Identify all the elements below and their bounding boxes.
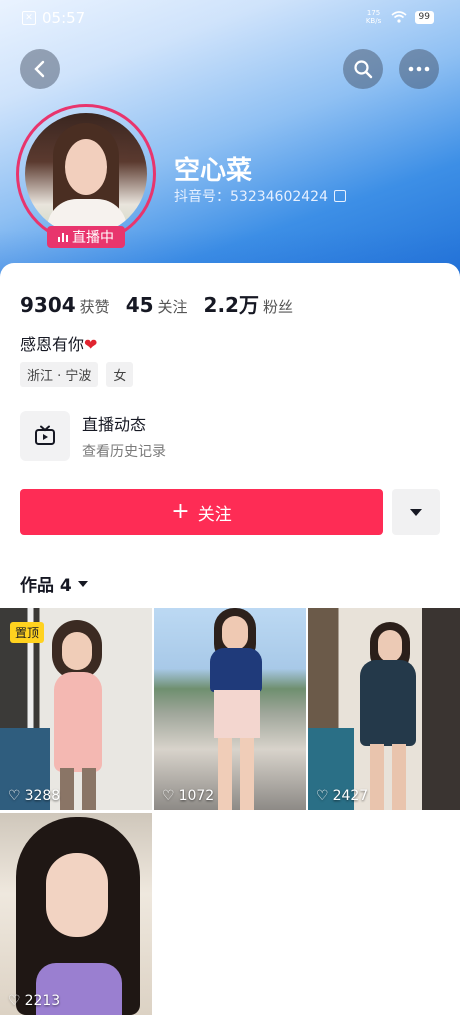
chevron-left-icon [34, 60, 45, 78]
avatar[interactable] [16, 104, 156, 244]
stat-label: 关注 [157, 298, 188, 316]
profile-card: 9304 获赞 45 关注 2.2万 粉丝 感恩有你❤ 浙江 · 宁波 女 直播… [0, 263, 460, 1022]
stat-followers[interactable]: 2.2万 粉丝 [204, 289, 293, 318]
stat-label: 获赞 [79, 298, 110, 316]
profile-tags: 浙江 · 宁波 女 [20, 362, 134, 387]
search-button[interactable] [343, 49, 383, 89]
search-icon [354, 60, 373, 79]
like-count: ♡ 2213 [8, 993, 61, 1009]
back-button[interactable] [20, 49, 60, 89]
heart-icon: ❤ [84, 335, 98, 354]
tv-play-icon [35, 425, 55, 445]
live-dynamic-icon-box [20, 411, 70, 461]
status-bar: ✕ 05:57 175 KB/s 99 [0, 0, 460, 34]
bio-text: 感恩有你 [20, 335, 85, 354]
tag-gender: 女 [106, 362, 134, 387]
follow-button[interactable]: + 关注 [20, 489, 383, 535]
wifi-icon [391, 11, 407, 23]
like-count: ♡ 1072 [162, 788, 215, 804]
video-thumbnail[interactable]: ♡ 2213 [0, 813, 152, 1015]
profile-name: 空心菜 [174, 156, 253, 186]
video-thumbnail[interactable]: ♡ 1072 [154, 608, 306, 810]
copy-icon[interactable] [333, 190, 346, 202]
status-time: 05:57 [42, 9, 86, 27]
bio: 感恩有你❤ [20, 331, 97, 355]
live-dynamic-title: 直播动态 [82, 415, 147, 434]
like-count: ♡ 2427 [316, 788, 369, 804]
tab-works[interactable]: 作品 4 [20, 571, 88, 596]
network-speed: 175 KB/s [365, 9, 382, 25]
stat-following[interactable]: 45 关注 [126, 293, 188, 317]
follow-dropdown-button[interactable] [392, 489, 440, 535]
avatar-image [25, 113, 147, 235]
notification-icon: ✕ [22, 11, 36, 25]
stat-value: 2.2万 [203, 293, 259, 317]
stat-likes[interactable]: 9304 获赞 [20, 293, 110, 317]
follow-button-label: 关注 [197, 504, 232, 525]
live-badge[interactable]: 直播中 [47, 226, 125, 248]
tab-works-label: 作品 4 [20, 576, 72, 596]
stat-value: 45 [125, 293, 154, 317]
plus-icon: + [171, 499, 190, 524]
heart-outline-icon: ♡ [8, 788, 21, 804]
profile-stats: 9304 获赞 45 关注 2.2万 粉丝 [20, 289, 293, 318]
tag-location[interactable]: 浙江 · 宁波 [20, 362, 99, 387]
live-dynamic-subtitle: 查看历史记录 [82, 444, 166, 460]
like-count: ♡ 3288 [8, 788, 61, 804]
heart-outline-icon: ♡ [162, 788, 175, 804]
stat-label: 粉丝 [262, 298, 293, 316]
live-dynamic-entry[interactable]: 直播动态 查看历史记录 [20, 411, 166, 461]
heart-outline-icon: ♡ [316, 788, 329, 804]
more-dots-icon [408, 66, 430, 72]
heart-outline-icon: ♡ [8, 993, 21, 1009]
douyin-id[interactable]: 抖音号：53234602424 [174, 186, 346, 206]
douyin-id-text: 抖音号：53234602424 [174, 189, 328, 205]
more-options-button[interactable] [399, 49, 439, 89]
live-bars-icon [58, 232, 68, 242]
video-thumbnail[interactable]: 置顶 ♡ 3288 [0, 608, 152, 810]
caret-down-icon [410, 508, 422, 516]
battery-indicator: 99 [414, 10, 434, 24]
live-badge-label: 直播中 [72, 230, 114, 246]
stat-value: 9304 [20, 293, 76, 317]
pinned-badge: 置顶 [10, 622, 45, 643]
caret-down-icon [77, 580, 88, 587]
video-thumbnail[interactable]: ♡ 2427 [308, 608, 460, 810]
